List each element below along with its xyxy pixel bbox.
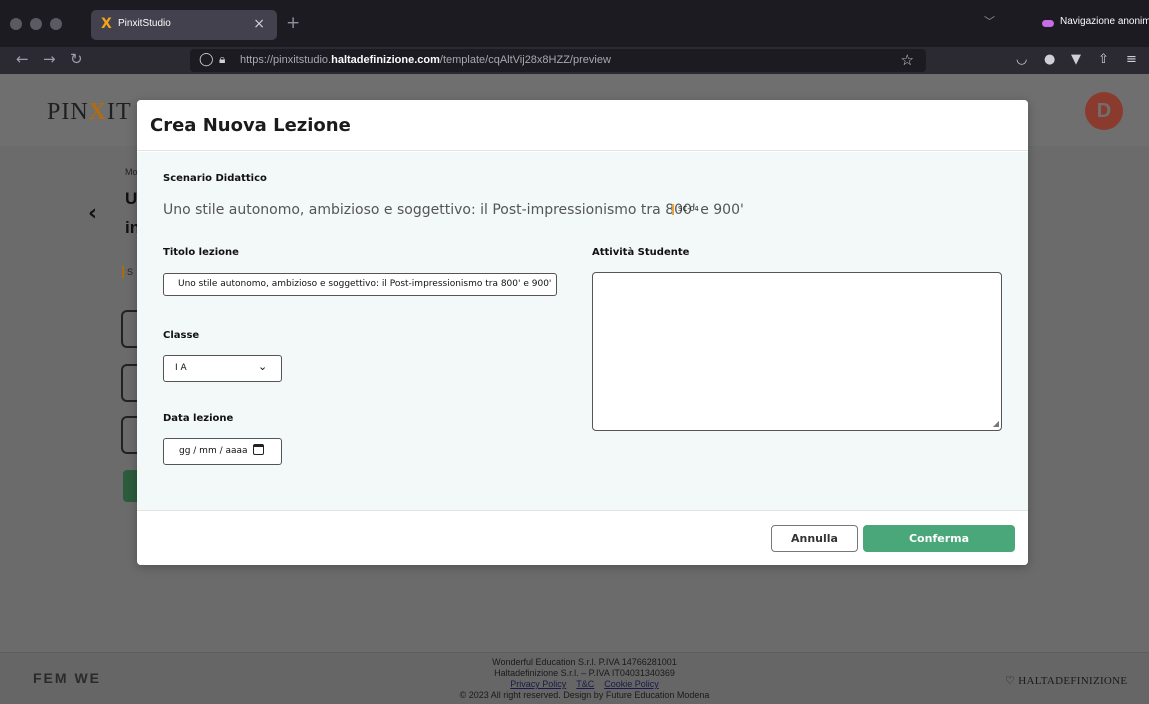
bg-title-line1: U (125, 189, 138, 208)
modal-title: Crea Nuova Lezione (150, 115, 351, 136)
chevron-down-icon: ⌄ (258, 360, 268, 373)
bookmark-star-icon[interactable]: ☆ (901, 51, 914, 69)
calendar-icon[interactable] (253, 444, 264, 455)
url-text[interactable]: https://pinxitstudio.haltadefinizione.co… (240, 54, 611, 66)
pinxit-favicon-icon: X (101, 16, 112, 32)
footer-links: Privacy Policy T&C Cookie Policy (390, 679, 779, 690)
pocket-icon[interactable]: ◡ (1016, 52, 1027, 67)
footer-info: Wonderful Education S.r.l. P.IVA 1476628… (390, 657, 779, 701)
bg-code: S (127, 267, 134, 277)
footer-copyright: © 2023 All right reserved. Design by Fut… (459, 690, 710, 700)
vpn-icon[interactable]: ▼ (1071, 52, 1081, 67)
privacy-policy-link[interactable]: Privacy Policy (510, 679, 566, 689)
lesson-title-label: Titolo lezione (163, 247, 239, 258)
student-activity-textarea[interactable]: ◢ (592, 272, 1002, 431)
class-label: Classe (163, 330, 200, 341)
cookie-policy-link[interactable]: Cookie Policy (604, 679, 659, 689)
tab-close-icon[interactable]: × (253, 16, 265, 32)
footer-line: Wonderful Education S.r.l. P.IVA 1476628… (492, 657, 677, 667)
browser-tab[interactable]: X PinxitStudio × (91, 10, 277, 40)
menu-icon[interactable]: ≡ (1126, 52, 1137, 67)
window-minimize-dot[interactable] (30, 18, 42, 30)
url-bar[interactable]: ◯ 🔒︎ https://pinxitstudio.haltadefinizio… (190, 49, 926, 72)
class-select[interactable]: I A ⌄ (163, 355, 282, 382)
private-browsing-label: Navigazione anonima (1060, 16, 1149, 27)
footer-line: Haltadefinizione S.r.l. – P.IVA IT040313… (494, 668, 675, 678)
back-chevron-icon[interactable]: ‹ (88, 201, 97, 226)
create-lesson-modal: Crea Nuova Lezione Scenario Didattico Un… (137, 100, 1028, 565)
bg-breadcrumb: Mo (125, 167, 138, 177)
student-activity-label: Attività Studente (592, 247, 690, 258)
new-tab-icon[interactable]: + (286, 13, 300, 33)
back-arrow-icon[interactable]: ← (16, 50, 29, 68)
modal-body: Scenario Didattico Uno stile autonomo, a… (137, 152, 1028, 510)
scenario-text: Uno stile autonomo, ambizioso e soggetti… (163, 202, 744, 218)
haltadefinizione-logo: ♡ HALTADEFINIZIONE (1005, 675, 1128, 687)
window-close-dot[interactable] (10, 18, 22, 30)
terms-link[interactable]: T&C (576, 679, 594, 689)
scenario-code-badge: SC-04 (672, 204, 699, 215)
bg-code-marker (122, 266, 124, 278)
lesson-date-label: Data lezione (163, 413, 234, 424)
browser-tab-bar: X PinxitStudio × + ﹀ Navigazione anonima (0, 0, 1149, 47)
list-tabs-chevron-icon[interactable]: ﹀ (984, 13, 995, 29)
scenario-label: Scenario Didattico (163, 173, 267, 184)
extension-icon[interactable]: ● (1044, 52, 1055, 67)
lesson-date-input[interactable]: gg / mm / aaaa (163, 438, 282, 465)
browser-nav-bar: ← → ↻ ◯ 🔒︎ https://pinxitstudio.haltadef… (0, 47, 1149, 74)
share-icon[interactable]: ⇧ (1098, 52, 1109, 67)
lesson-title-input[interactable]: Uno stile autonomo, ambizioso e soggetti… (163, 273, 557, 296)
forward-arrow-icon[interactable]: → (43, 50, 56, 68)
lock-icon[interactable]: 🔒︎ (219, 52, 225, 67)
confirm-button[interactable]: Conferma (863, 525, 1015, 552)
resize-handle-icon[interactable]: ◢ (993, 419, 999, 428)
page-background: PINXIT D Mo ‹ U in S FEM WE Wonderful Ed… (0, 74, 1149, 704)
avatar[interactable]: D (1085, 92, 1123, 130)
reload-icon[interactable]: ↻ (70, 50, 83, 68)
date-placeholder: gg / mm / aaaa (179, 446, 248, 456)
class-select-value: I A (175, 363, 187, 373)
cancel-button[interactable]: Annulla (771, 525, 858, 552)
modal-footer: Annulla Conferma (137, 510, 1028, 565)
private-mask-icon (1042, 20, 1054, 27)
site-footer: FEM WE Wonderful Education S.r.l. P.IVA … (0, 652, 1149, 704)
tracking-shield-icon[interactable]: ◯ (199, 52, 214, 67)
tab-title: PinxitStudio (118, 18, 171, 29)
pinxit-logo[interactable]: PINXIT (47, 99, 132, 126)
modal-header: Crea Nuova Lezione (137, 100, 1028, 151)
window-zoom-dot[interactable] (50, 18, 62, 30)
fem-we-logo: FEM WE (33, 670, 101, 686)
